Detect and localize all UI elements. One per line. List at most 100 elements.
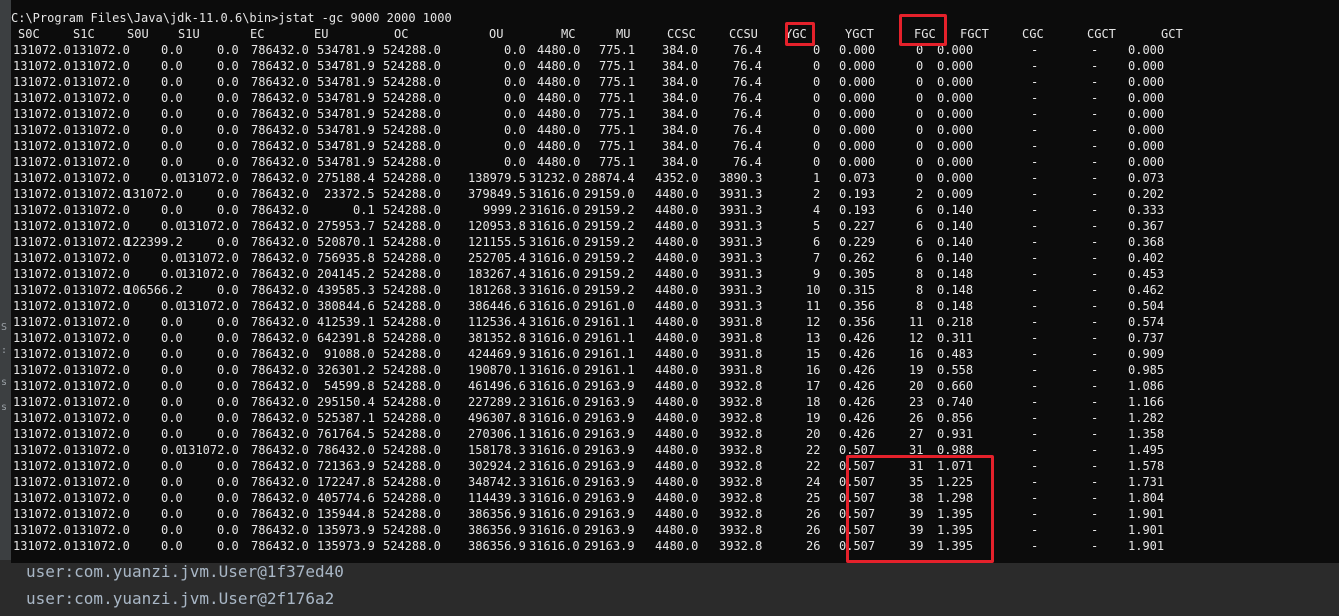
cell-oc: 524288.0 [383, 267, 441, 281]
cell-gct: 1.578 [1128, 459, 1165, 473]
cell-ec: 786432.0 [251, 235, 309, 249]
cell-ygct: 0.193 [839, 203, 876, 217]
cell-mu: 775.1 [599, 59, 636, 73]
cell-ygc: 0 [813, 123, 821, 137]
cmd-console-window[interactable]: C:\Program Files\Java\jdk-11.0.6\bin>jst… [11, 0, 1339, 563]
cell-ccsu: 3932.8 [719, 395, 763, 409]
cell-mc: 31616.0 [529, 187, 580, 201]
cell-eu: 0.1 [353, 203, 375, 217]
cell-gct: 1.358 [1128, 427, 1165, 441]
cell-mc: 4480.0 [537, 75, 581, 89]
cell-cgc: - [1031, 315, 1039, 329]
cell-s0c: 131072.0 [13, 267, 71, 281]
cell-oc: 524288.0 [383, 187, 441, 201]
cell-ou: 386356.9 [468, 523, 526, 537]
cell-cgc: - [1031, 267, 1039, 281]
cell-ygc: 0 [813, 75, 821, 89]
cell-s0c: 131072.0 [13, 331, 71, 345]
cell-mu: 29163.9 [584, 411, 635, 425]
console-row: 131072.0 131072.0 0.0 0.0 786432.0 405774.6 52… [11, 490, 1331, 506]
cell-s1c: 131072.0 [72, 299, 130, 313]
cell-fgct: 0.009 [937, 187, 974, 201]
cell-ygct: 0.000 [839, 155, 876, 169]
cell-ec: 786432.0 [251, 523, 309, 537]
header-s1c: S1C [73, 27, 95, 41]
cell-ccsc: 4480.0 [655, 235, 699, 249]
cell-ccsu: 3932.8 [719, 411, 763, 425]
cell-gct: 0.367 [1128, 219, 1165, 233]
cell-cgc: - [1031, 443, 1039, 457]
cell-s0c: 131072.0 [13, 283, 71, 297]
cell-mu: 29161.1 [584, 331, 635, 345]
cell-ou: 0.0 [504, 75, 526, 89]
cell-s1u: 0.0 [217, 315, 239, 329]
cell-cgct: - [1091, 75, 1099, 89]
cell-cgct: - [1091, 411, 1099, 425]
cell-ccsu: 3931.8 [719, 315, 763, 329]
cell-fgc: 0 [916, 155, 924, 169]
cell-gct: 0.000 [1128, 139, 1165, 153]
header-mu: MU [616, 27, 631, 41]
cell-ccsu: 3931.3 [719, 299, 763, 313]
cell-gct: 1.282 [1128, 411, 1165, 425]
console-row: 131072.0 131072.0 0.0 0.0 786432.0 534781.9 52… [11, 42, 1331, 58]
cell-ygct: 0.356 [839, 315, 876, 329]
cell-ccsc: 4480.0 [655, 363, 699, 377]
cell-cgct: - [1091, 283, 1099, 297]
cell-oc: 524288.0 [383, 219, 441, 233]
cell-fgct: 0.140 [937, 203, 974, 217]
cell-s0c: 131072.0 [13, 139, 71, 153]
cell-mu: 29163.9 [584, 395, 635, 409]
cell-fgc: 6 [916, 203, 924, 217]
cell-ccsu: 3932.8 [719, 443, 763, 457]
cell-ygct: 0.426 [839, 427, 876, 441]
cell-ccsc: 4480.0 [655, 203, 699, 217]
cell-mu: 775.1 [599, 155, 636, 169]
final-gc-counts-highlight [846, 455, 994, 563]
cell-s1u: 0.0 [217, 347, 239, 361]
cell-ygct: 0.000 [839, 59, 876, 73]
console-row: 131072.0 131072.0 0.0 0.0 786432.0 534781.9 52… [11, 74, 1331, 90]
cell-s1c: 131072.0 [72, 539, 130, 553]
cell-ec: 786432.0 [251, 459, 309, 473]
cell-ccsc: 4480.0 [655, 443, 699, 457]
cell-s0u: 0.0 [161, 523, 183, 537]
console-row: 131072.0 131072.0 0.0 0.0 786432.0 534781.9 52… [11, 122, 1331, 138]
cell-mu: 28874.4 [584, 171, 635, 185]
cell-ygc: 17 [806, 379, 821, 393]
cell-oc: 524288.0 [383, 443, 441, 457]
cell-gct: 0.737 [1128, 331, 1165, 345]
cell-s0c: 131072.0 [13, 107, 71, 121]
cell-eu: 135973.9 [317, 523, 375, 537]
cell-mu: 29161.1 [584, 347, 635, 361]
cell-ccsc: 4480.0 [655, 539, 699, 553]
cell-ec: 786432.0 [251, 155, 309, 169]
cell-ou: 424469.9 [468, 347, 526, 361]
cell-fgc: 0 [916, 75, 924, 89]
cell-ou: 386356.9 [468, 539, 526, 553]
cell-ccsu: 3932.8 [719, 539, 763, 553]
cell-s1u: 131072.0 [181, 443, 239, 457]
cell-cgct: - [1091, 139, 1099, 153]
cell-mu: 29163.9 [584, 491, 635, 505]
cell-fgct: 0.740 [937, 395, 974, 409]
cell-s0c: 131072.0 [13, 427, 71, 441]
cell-ccsc: 4480.0 [655, 395, 699, 409]
cell-ccsc: 4480.0 [655, 187, 699, 201]
header-cgct: CGCT [1087, 27, 1116, 41]
cell-ccsc: 384.0 [662, 107, 699, 121]
cell-s1u: 0.0 [217, 331, 239, 345]
cell-cgct: - [1091, 251, 1099, 265]
cell-s1c: 131072.0 [72, 267, 130, 281]
cell-oc: 524288.0 [383, 155, 441, 169]
cell-ygct: 0.000 [839, 139, 876, 153]
cell-oc: 524288.0 [383, 427, 441, 441]
cell-s1c: 131072.0 [72, 443, 130, 457]
cell-mu: 29163.9 [584, 443, 635, 457]
cell-s0u: 0.0 [161, 395, 183, 409]
cell-ou: 227289.2 [468, 395, 526, 409]
cell-ygct: 0.000 [839, 75, 876, 89]
cell-mc: 31616.0 [529, 539, 580, 553]
cell-ccsc: 4480.0 [655, 507, 699, 521]
console-row: 131072.0 131072.0 0.0 0.0 786432.0 54599.8 524… [11, 378, 1331, 394]
